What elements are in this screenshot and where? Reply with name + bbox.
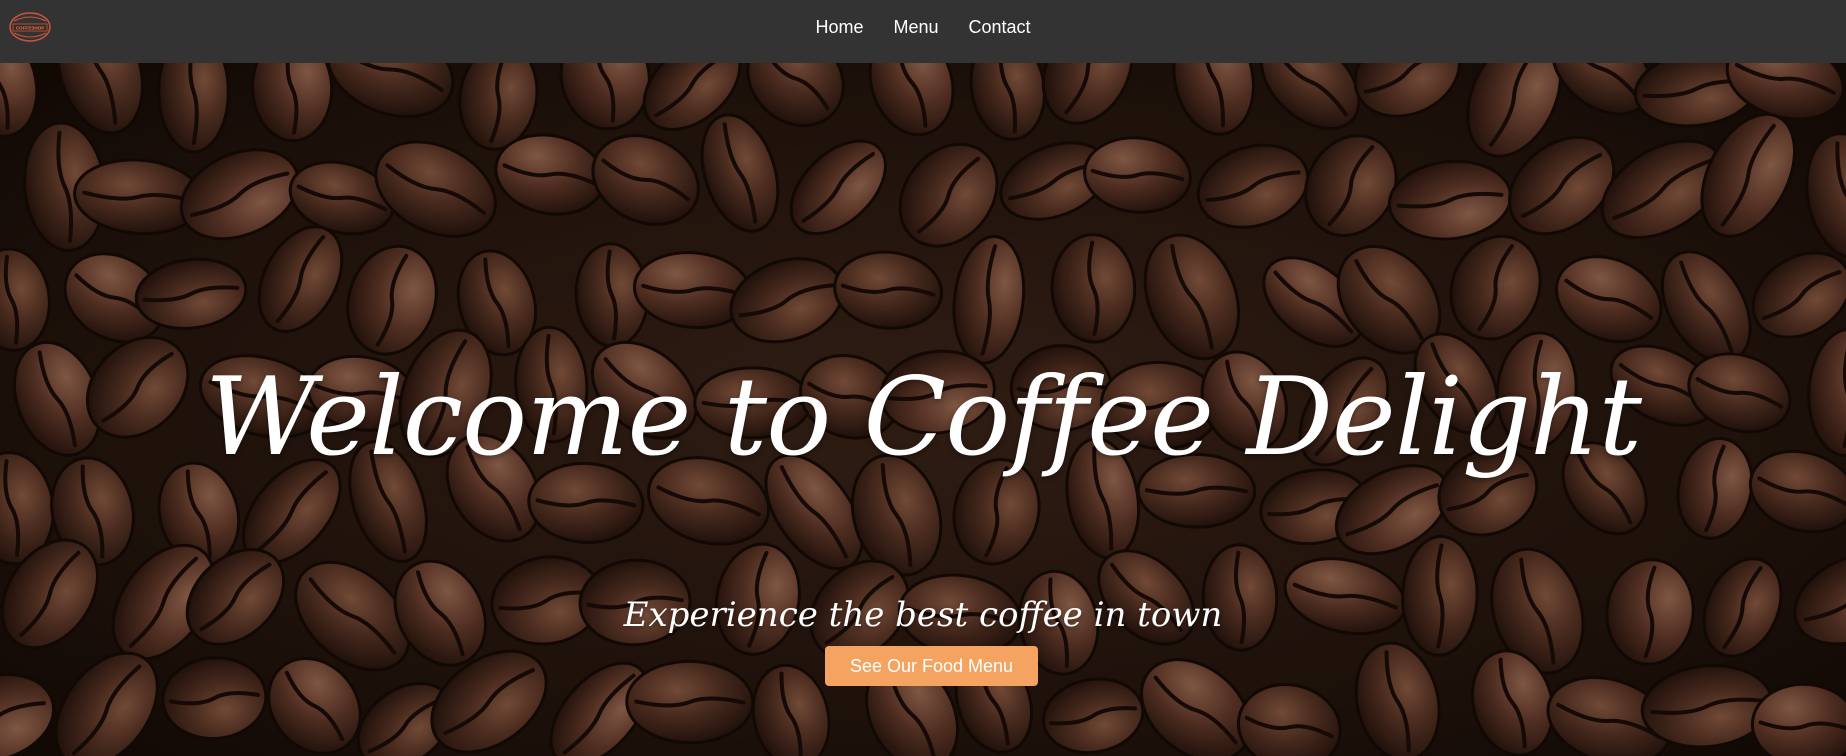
see-food-menu-button[interactable]: See Our Food Menu bbox=[825, 646, 1038, 686]
nav-link-menu[interactable]: Menu bbox=[893, 17, 938, 38]
nav-links: Home Menu Contact bbox=[0, 0, 1846, 55]
hero-title: Welcome to Coffee Delight bbox=[204, 355, 1642, 480]
navbar: COFFESHOP Home Menu Contact bbox=[0, 0, 1846, 63]
hero-subtitle: Experience the best coffee in town bbox=[623, 595, 1223, 635]
nav-link-contact[interactable]: Contact bbox=[969, 17, 1031, 38]
nav-link-home[interactable]: Home bbox=[815, 17, 863, 38]
